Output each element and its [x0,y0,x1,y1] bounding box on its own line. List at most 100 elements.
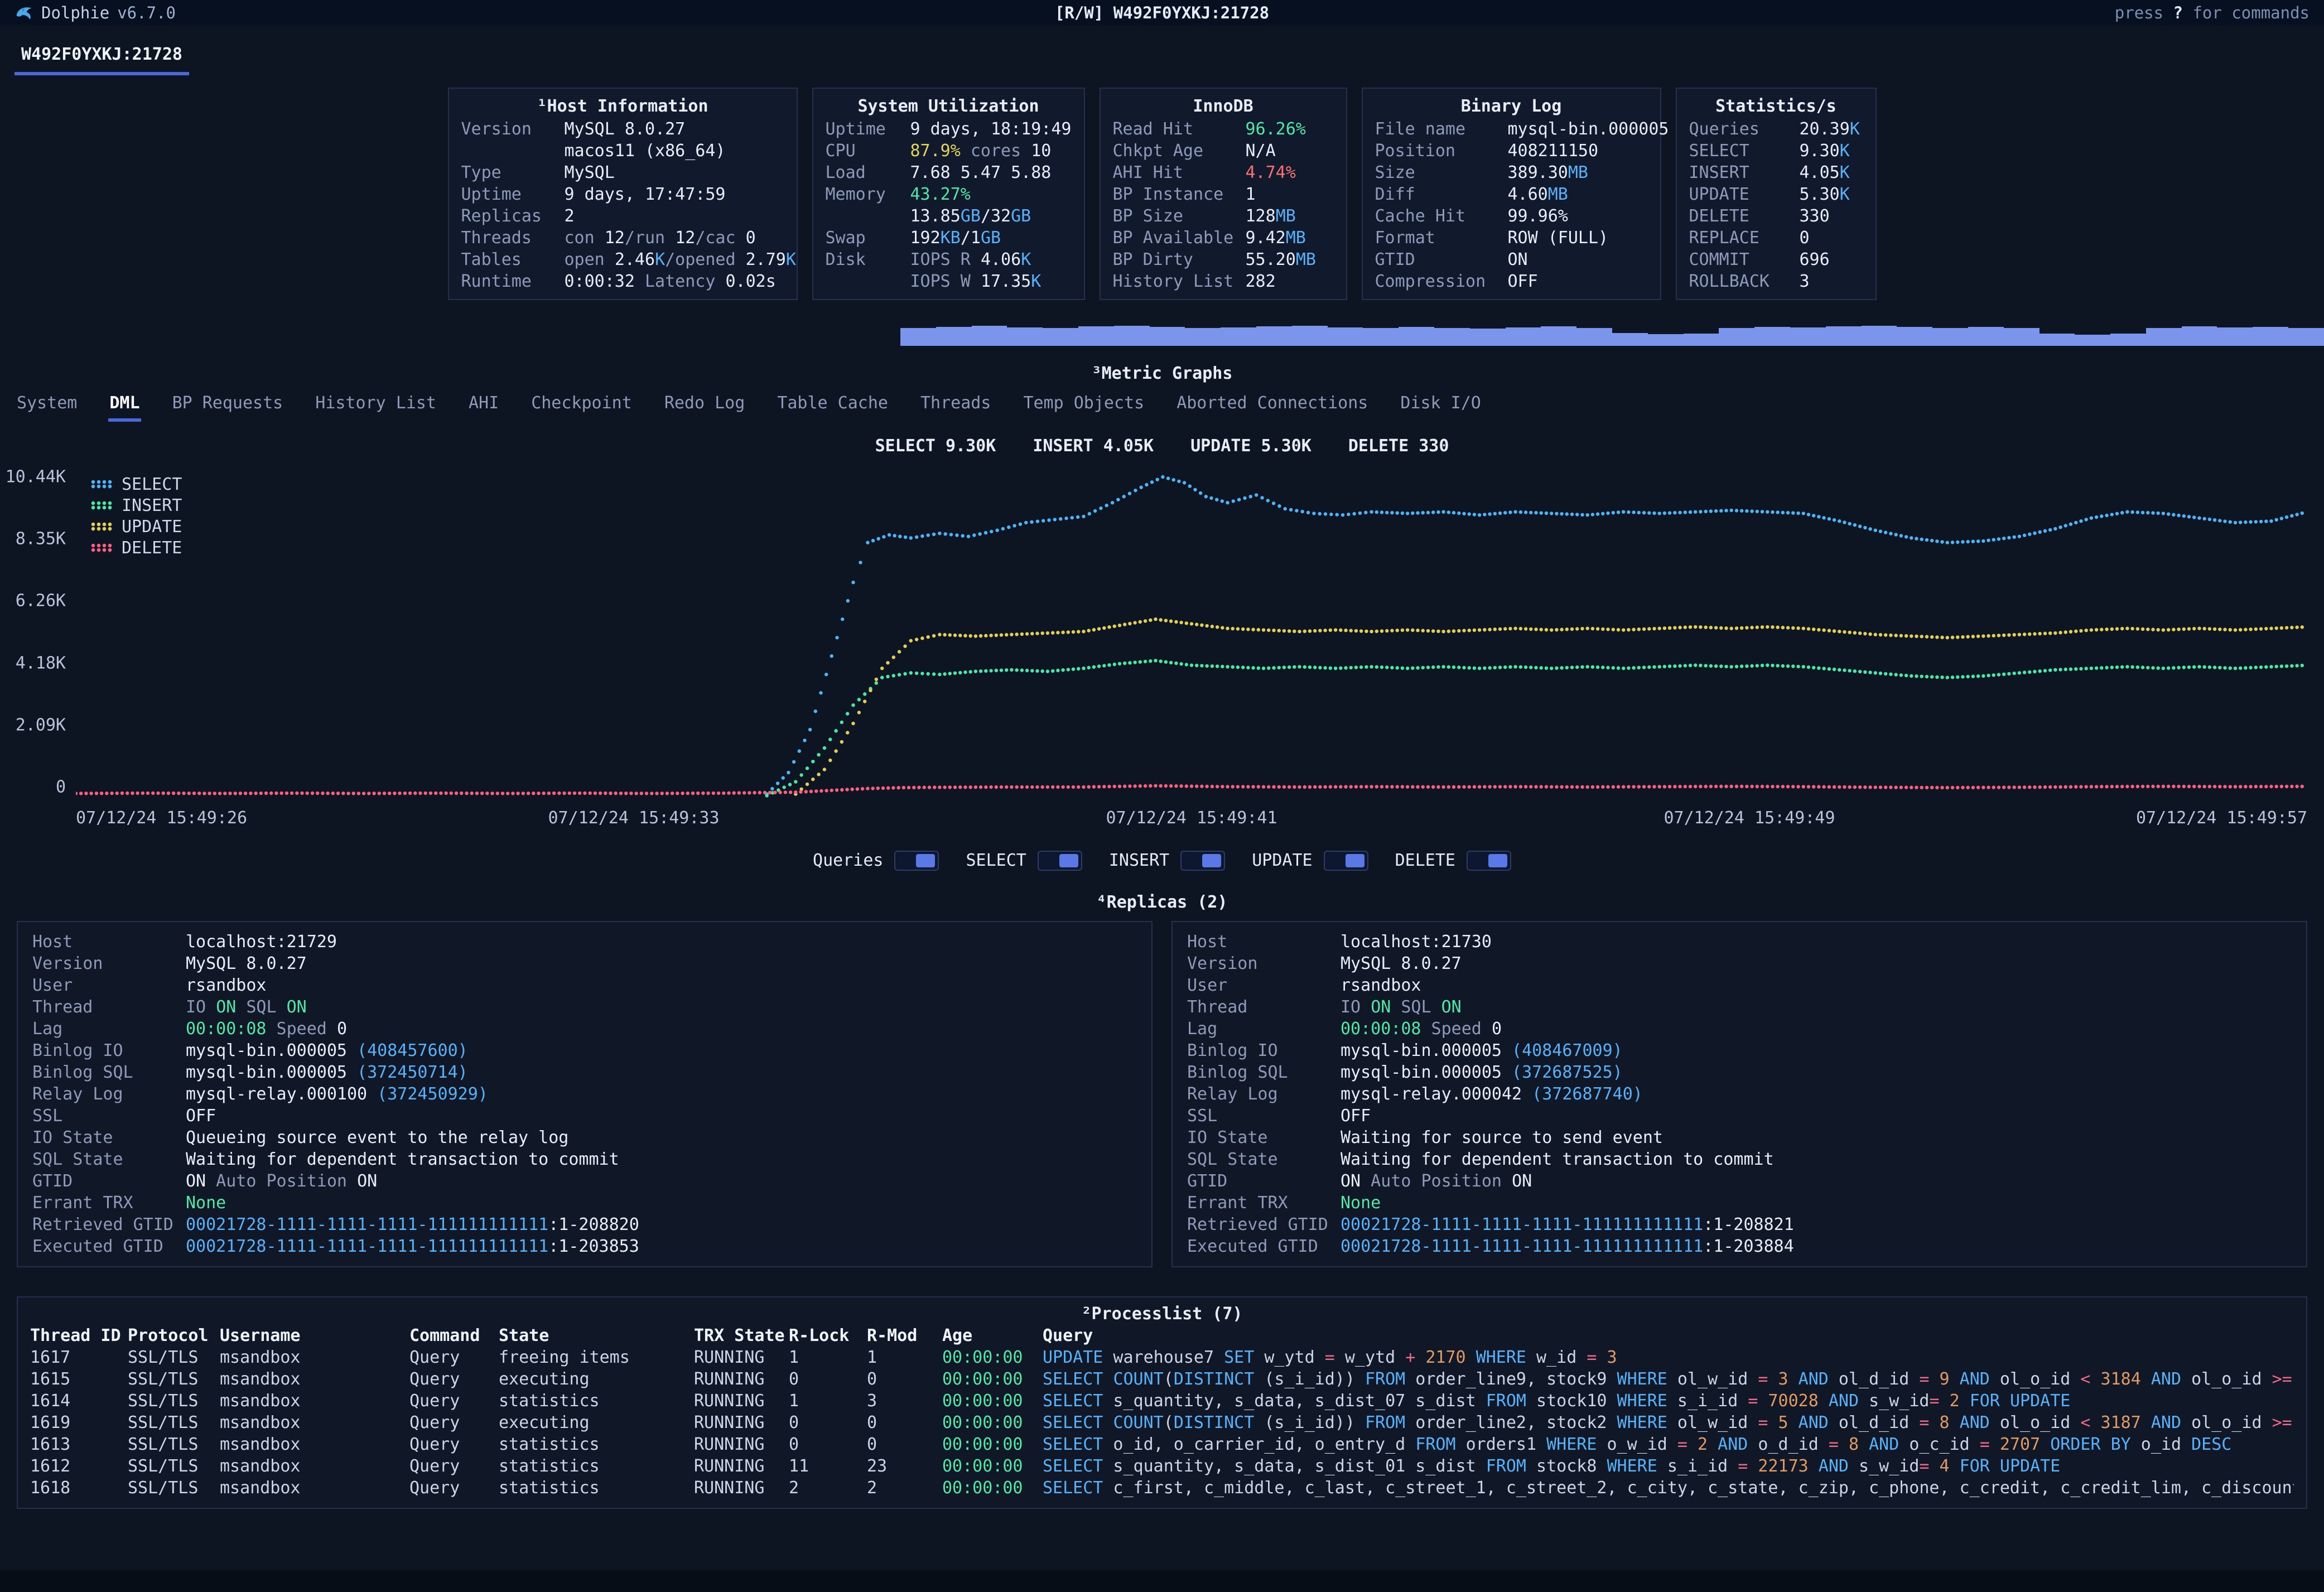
processlist-row[interactable]: 1613SSL/TLSmsandboxQuerystatisticsRUNNIN… [30,1434,2294,1455]
processlist-query: SELECT COUNT(DISTINCT (s_i_id)) FROM ord… [1043,1368,2294,1390]
graph-tab-history-list[interactable]: History List [314,392,437,422]
panel-row: History List282 [1113,271,1334,292]
switch-insert[interactable] [1180,851,1225,871]
processlist-row[interactable]: 1619SSL/TLSmsandboxQueryexecutingRUNNING… [30,1412,2294,1434]
value-segment: rsandbox [186,976,267,995]
value-segment: 9.42 [1246,228,1286,248]
processlist-column-thread-id: Thread ID [30,1325,128,1347]
value-segment: /cac [695,228,745,248]
value-segment: ON [1341,1171,1361,1191]
graph-tab-checkpoint[interactable]: Checkpoint [530,392,633,422]
panel-row: Queries20.39K [1689,118,1863,140]
hint-key: ? [2173,3,2183,22]
value-segment: MB [1286,228,1306,248]
processlist-cell: 1613 [30,1434,128,1455]
graph-tab-aborted-connections[interactable]: Aborted Connections [1175,392,1369,422]
value-segment: 4.74% [1246,163,1296,182]
processlist-cell: msandbox [220,1434,409,1455]
value-segment: 43.27% [910,185,971,204]
panel-row: File namemysql-bin.000005 [1375,118,1648,140]
switch-queries[interactable] [894,851,939,871]
switch-label: UPDATE [1252,850,1312,871]
value-segment: (372450714) [357,1063,468,1082]
processlist-row[interactable]: 1612SSL/TLSmsandboxQuerystatisticsRUNNIN… [30,1455,2294,1477]
replica-row: SSLOFF [32,1105,1137,1127]
host-tab[interactable]: W492F0YXKJ:21728 [15,41,189,75]
panel-row-value: 9 days, 18:19:49 [910,118,1072,140]
graph-tab-bp-requests[interactable]: BP Requests [171,392,285,422]
processlist-row[interactable]: 1615SSL/TLSmsandboxQueryexecutingRUNNING… [30,1368,2294,1390]
replica-row-label: Host [32,931,186,953]
graph-tab-threads[interactable]: Threads [919,392,992,422]
value-segment: Speed [1421,1019,1492,1039]
panel-row: Replicas2 [461,205,784,227]
panel-row-value: 3 [1800,271,1810,292]
value-segment: 12 [605,228,625,248]
replica-row-value: OFF [186,1105,216,1127]
processlist-cell: SSL/TLS [128,1368,220,1390]
panel-row-value: 408211150 [1508,140,1599,162]
sparkline-bar [2182,326,2217,346]
processlist-column-age: Age [942,1325,1043,1347]
value-segment: :1-208821 [1703,1215,1794,1234]
value-segment: 2.79 [746,250,786,269]
value-segment: mysql-bin.000005 [1508,119,1669,139]
value-segment: ON [186,1171,206,1191]
processlist-cell: RUNNING [694,1368,789,1390]
value-segment: ROW (FULL) [1508,228,1609,248]
connection-title: [R/W] W492F0YXKJ:21728 [1055,2,1269,24]
graph-tab-table-cache[interactable]: Table Cache [776,392,889,422]
legend-item-delete: DELETE [90,537,182,558]
panel-row-label: DELETE [1689,205,1800,227]
switch-delete[interactable] [1467,851,1511,871]
processlist-cell: executing [499,1412,694,1434]
switch-select[interactable] [1038,851,1082,871]
value-segment: mysql-relay.000100 [186,1084,377,1104]
value-segment: 13.85 [910,206,961,226]
processlist-cell: msandbox [220,1347,409,1368]
processlist-row[interactable]: 1618SSL/TLSmsandboxQuerystatisticsRUNNIN… [30,1477,2294,1499]
graph-tab-temp-objects[interactable]: Temp Objects [1022,392,1145,422]
value-segment: Speed [267,1019,337,1039]
value-segment: 9 days, 17:47:59 [565,185,726,204]
value-segment: 1 [971,228,981,248]
replica-row-value: Waiting for source to send event [1341,1127,1663,1149]
processlist-cell: executing [499,1368,694,1390]
panel-row-label: Cache Hit [1375,205,1508,227]
processlist-cell: 1 [867,1347,942,1368]
graph-tab-system[interactable]: System [16,392,78,422]
switch-item-queries: Queries [813,850,939,871]
legend-swatch [90,543,114,553]
processlist-row[interactable]: 1617SSL/TLSmsandboxQueryfreeing itemsRUN… [30,1347,2294,1368]
chart-ylabels: 10.44K8.35K6.26K4.18K2.09K0 [13,470,71,800]
replica-row-label: SSL [32,1105,186,1127]
replica-row: Executed GTID00021728-1111-1111-1111-111… [32,1236,1137,1257]
panel-row-label [826,205,910,227]
graph-tab-redo-log[interactable]: Redo Log [663,392,746,422]
dml-chart: 10.44K8.35K6.26K4.18K2.09K0 SELECTINSERT… [13,470,2311,800]
graph-tab-ahi[interactable]: AHI [467,392,500,422]
panel-row-label: Replicas [461,205,565,227]
graph-tab-disk-i-o[interactable]: Disk I/O [1399,392,1482,422]
footer-bar [0,1570,2324,1592]
y-axis-label: 10.44K [6,466,66,488]
sparkline-bar [1221,327,1256,346]
processlist-cell: 0 [789,1368,867,1390]
value-segment: OFF [186,1106,216,1126]
processlist-row[interactable]: 1614SSL/TLSmsandboxQuerystatisticsRUNNIN… [30,1390,2294,1412]
panel-row: Chkpt AgeN/A [1113,140,1334,162]
panel-row-value: 4.74% [1246,162,1296,184]
panel-row-value: OFF [1508,271,1538,292]
value-segment: 0.02s [726,272,776,291]
replica-row-value: 00:00:08 Speed 0 [186,1018,347,1040]
panel-row-value: 389.30MB [1508,162,1589,184]
panel-row-value: mysql-bin.000005 [1508,118,1669,140]
graph-tab-dml[interactable]: DML [108,392,141,422]
panel-row-label: ROLLBACK [1689,271,1800,292]
processlist-cell: 0 [789,1412,867,1434]
processlist-cell: msandbox [220,1412,409,1434]
processlist-age: 00:00:00 [942,1477,1043,1499]
value-segment: 7.68 5.47 5.88 [910,163,1052,182]
value-segment: 9.30 [1800,141,1840,161]
switch-update[interactable] [1324,851,1368,871]
